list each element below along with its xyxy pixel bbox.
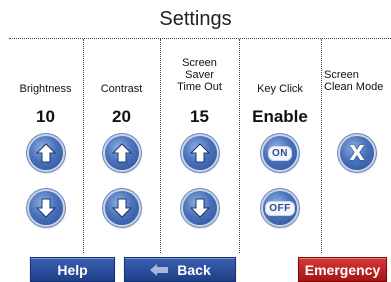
contrast-label: Contrast	[100, 83, 143, 95]
screen-saver-label: Screen Saver Time Out	[177, 57, 222, 93]
key-click-column: Key Click Enable ON OFF	[240, 39, 320, 253]
arrow-up-icon	[111, 143, 133, 163]
arrow-down-icon	[189, 198, 211, 218]
emergency-button[interactable]: Emergency	[298, 257, 387, 282]
arrow-up-icon	[189, 143, 211, 163]
help-button[interactable]: Help	[30, 257, 115, 282]
arrow-left-icon	[150, 263, 169, 276]
page-title: Settings	[159, 8, 232, 30]
back-label: Back	[177, 261, 211, 278]
key-click-value: Enable	[252, 107, 308, 126]
screen-saver-value: 15	[190, 107, 209, 126]
emergency-label: Emergency	[304, 261, 381, 278]
on-label: ON	[268, 145, 292, 161]
key-click-label: Key Click	[257, 83, 303, 95]
brightness-label: Brightness	[19, 83, 72, 95]
close-icon: X	[349, 141, 365, 165]
contrast-down-button[interactable]	[105, 191, 139, 225]
settings-panel: Brightness 10 Contrast 20 Screen Saver T…	[9, 38, 391, 253]
contrast-value: 20	[112, 107, 131, 126]
screen-clean-button[interactable]: X	[340, 136, 374, 170]
contrast-up-button[interactable]	[105, 136, 139, 170]
screen-clean-label: Screen Clean Mode	[324, 69, 384, 93]
screen-saver-column: Screen Saver Time Out 15	[161, 39, 238, 253]
contrast-column: Contrast 20	[84, 39, 159, 253]
help-label: Help	[57, 261, 88, 278]
key-click-on-button[interactable]: ON	[263, 136, 297, 170]
screen-saver-down-button[interactable]	[183, 191, 217, 225]
brightness-down-button[interactable]	[29, 191, 63, 225]
brightness-up-button[interactable]	[29, 136, 63, 170]
screen-clean-column: Screen Clean Mode X	[322, 39, 391, 253]
arrow-up-icon	[35, 143, 57, 163]
key-click-off-button[interactable]: OFF	[263, 191, 297, 225]
screen-saver-up-button[interactable]	[183, 136, 217, 170]
brightness-value: 10	[36, 107, 55, 126]
arrow-down-icon	[111, 198, 133, 218]
brightness-column: Brightness 10	[9, 39, 82, 253]
arrow-down-icon	[35, 198, 57, 218]
off-label: OFF	[265, 200, 295, 216]
back-button[interactable]: Back	[124, 257, 236, 282]
